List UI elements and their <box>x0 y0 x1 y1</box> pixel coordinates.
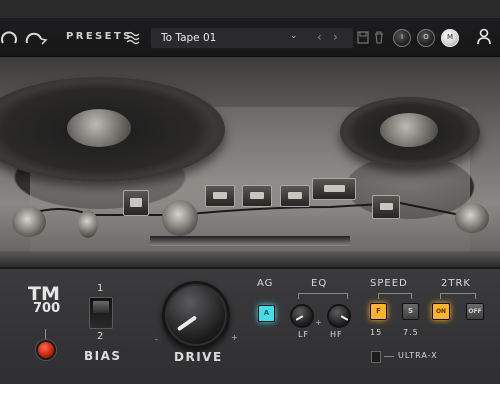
head-erase <box>123 190 149 216</box>
next-arrow-icon[interactable]: › <box>333 30 338 44</box>
redo-icon[interactable] <box>24 28 50 48</box>
eq-hf-label: HF <box>330 330 343 339</box>
preset-selector[interactable]: To Tape 01 ⌄ ‹ › <box>150 27 354 49</box>
speed-bracket <box>378 293 412 299</box>
trash-icon[interactable] <box>373 31 385 45</box>
user-icon[interactable] <box>476 28 492 46</box>
capstan <box>162 200 198 236</box>
knob-o-icon[interactable]: O <box>417 29 435 47</box>
deck-slot <box>150 236 350 246</box>
power-button[interactable] <box>36 340 56 360</box>
tape-machine-image <box>0 57 500 267</box>
eq-lf-label: LF <box>298 330 310 339</box>
eq-hf-knob[interactable] <box>327 304 351 328</box>
ultra-x-line <box>384 356 394 357</box>
speed-fast-value: 15 <box>370 328 383 337</box>
head-4 <box>312 178 356 200</box>
tension-arm <box>372 195 400 219</box>
head-1 <box>205 185 235 207</box>
bias-pos-1-label: 1 <box>97 283 105 294</box>
bias-pos-2-label: 2 <box>97 331 105 342</box>
ultra-x-switch[interactable] <box>371 351 381 363</box>
guide-left <box>78 210 98 238</box>
drive-label: DRIVE <box>174 350 223 364</box>
deck-edge <box>0 251 500 267</box>
chevron-down-icon[interactable]: ⌄ <box>290 31 298 41</box>
speed-slow-value: 7.5 <box>403 328 419 337</box>
ag-label: AG <box>257 278 274 289</box>
control-panel <box>0 267 500 384</box>
presets-wave-icon[interactable] <box>126 30 142 46</box>
drive-knob-pointer <box>176 315 198 332</box>
2trk-label: 2TRK <box>441 278 471 289</box>
undo-icon[interactable] <box>0 28 18 48</box>
roller-right <box>455 203 489 233</box>
preset-name: To Tape 01 <box>161 32 217 44</box>
2trk-on-button[interactable]: ON <box>432 303 450 320</box>
drive-min-tick: - <box>155 335 158 344</box>
bias-label: BIAS <box>84 349 122 363</box>
head-3 <box>280 185 310 207</box>
speed-label: SPEED <box>370 278 408 289</box>
head-2 <box>242 185 272 207</box>
bottom-strip <box>0 384 500 400</box>
drive-max-tick: + <box>231 333 238 342</box>
eq-lf-knob[interactable] <box>290 304 314 328</box>
2trk-bracket <box>440 293 476 299</box>
eq-plus-tick: + <box>315 318 322 327</box>
prev-arrow-icon[interactable]: ‹ <box>317 30 322 44</box>
speed-slow-button[interactable]: S <box>402 303 419 320</box>
eq-label: EQ <box>311 278 328 289</box>
save-icon[interactable] <box>357 31 369 45</box>
top-bar: PRESETS To Tape 01 ⌄ ‹ › I O M <box>0 17 500 57</box>
speed-fast-button[interactable]: F <box>370 303 387 320</box>
eq-bracket <box>298 293 348 299</box>
roller-left <box>12 207 46 237</box>
presets-label[interactable]: PRESETS <box>66 31 133 42</box>
2trk-off-button[interactable]: OFF <box>466 303 484 320</box>
ultra-x-label: ULTRA-X <box>398 351 438 360</box>
knob-m-icon[interactable]: M <box>441 29 459 47</box>
ag-button[interactable]: A <box>258 305 275 322</box>
drive-knob[interactable] <box>162 281 230 349</box>
logo-model: 700 <box>33 301 61 316</box>
bias-switch[interactable] <box>89 297 113 329</box>
knob-i-icon[interactable]: I <box>393 29 411 47</box>
